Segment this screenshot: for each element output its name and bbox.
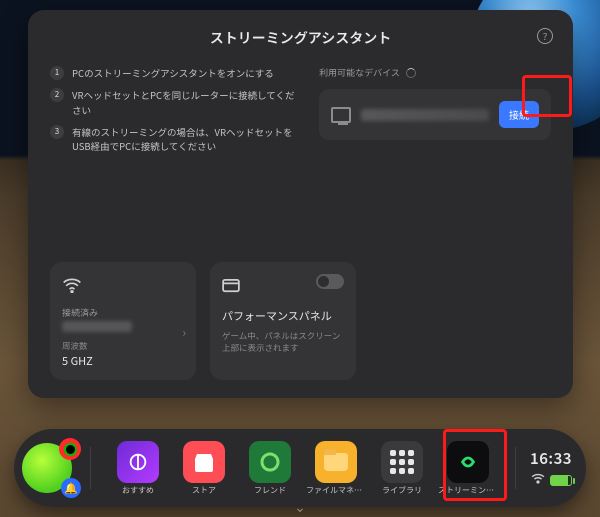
highlight-connect: [522, 75, 572, 117]
step-1: 1PCのストリーミングアシスタントをオンにする: [50, 66, 301, 80]
chevron-down-icon[interactable]: ⌄: [294, 497, 306, 517]
help-icon[interactable]: ?: [537, 28, 553, 44]
app-library[interactable]: ライブラリ: [371, 441, 433, 496]
folder-icon: [315, 441, 357, 483]
battery-icon: [550, 475, 572, 486]
recommended-icon: [117, 441, 159, 483]
setup-steps: 1PCのストリーミングアシスタントをオンにする 2VRヘッドセットとPCを同じル…: [50, 66, 301, 161]
profile-cluster[interactable]: 🔔: [22, 439, 80, 497]
loading-spinner-icon: [406, 68, 416, 78]
performance-title: パフォーマンスパネル: [222, 308, 344, 324]
notification-badge[interactable]: 🔔: [61, 478, 81, 498]
performance-toggle[interactable]: [316, 274, 344, 289]
chevron-right-icon: ›: [182, 324, 186, 341]
wifi-status-label: 接続済み: [62, 306, 184, 319]
panel-title: ストリーミングアシスタント: [50, 28, 551, 48]
step-2: 2VRヘッドセットとPCを同じルーターに接続してください: [50, 88, 301, 117]
app-recommended[interactable]: おすすめ: [107, 441, 169, 496]
wifi-ssid-redacted: [62, 321, 132, 332]
panel-icon: [222, 279, 240, 293]
app-friends[interactable]: フレンド: [239, 441, 301, 496]
monitor-icon: [331, 107, 351, 123]
wifi-freq-value: 5 GHZ: [62, 353, 184, 369]
friends-icon: [249, 441, 291, 483]
app-filemanager[interactable]: ファイルマネー…: [305, 441, 367, 496]
wifi-card[interactable]: 接続済み › 周波数 5 GHZ: [50, 262, 196, 380]
device-name-redacted: [361, 109, 489, 121]
performance-panel-card: パフォーマンスパネル ゲーム中、パネルはスクリーン上部に表示されます: [210, 262, 356, 380]
wifi-freq-label: 周波数: [62, 340, 184, 352]
streaming-assistant-panel: ストリーミングアシスタント ? 1PCのストリーミングアシスタントをオンにする …: [28, 10, 573, 398]
status-badge-icon[interactable]: [59, 438, 81, 460]
library-icon: [381, 441, 423, 483]
performance-desc: ゲーム中、パネルはスクリーン上部に表示されます: [222, 330, 344, 355]
status-area[interactable]: 16:33: [530, 448, 572, 488]
clock: 16:33: [530, 448, 572, 469]
step-3: 3有線のストリーミングの場合は、VRヘッドセットをUSB経由でPCに接続してくだ…: [50, 125, 301, 154]
divider: [90, 447, 91, 489]
app-store[interactable]: ストア: [173, 441, 235, 496]
divider: [515, 447, 516, 489]
wifi-icon: [62, 277, 82, 293]
highlight-streaming-app: [443, 429, 507, 501]
available-devices-label: 利用可能なデバイス: [319, 66, 551, 79]
bell-icon: 🔔: [64, 480, 78, 496]
device-row[interactable]: 接続: [319, 89, 551, 140]
store-icon: [183, 441, 225, 483]
wifi-mini-icon: [531, 472, 545, 488]
